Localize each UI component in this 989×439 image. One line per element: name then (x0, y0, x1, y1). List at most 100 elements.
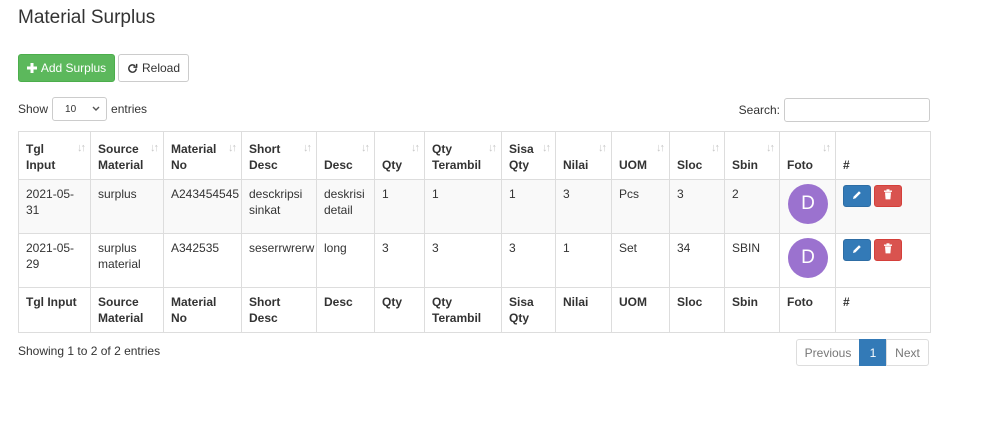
footer-nilai: Nilai (555, 287, 612, 333)
sort-icon: ↓↑ (488, 142, 497, 154)
footer-sisa-qty: Sisa Qty (501, 287, 556, 333)
cell-uom: Pcs (611, 179, 670, 234)
pagination: Previous 1 Next (796, 339, 929, 366)
avatar[interactable]: D (788, 238, 828, 278)
sort-icon: ↓↑ (766, 142, 775, 154)
footer-desc: Desc (316, 287, 375, 333)
cell-sloc: 34 (669, 233, 725, 288)
sort-icon: ↓↑ (303, 142, 312, 154)
footer-actions: # (835, 287, 931, 333)
col-header-material-no[interactable]: Material No ↓↑ (163, 131, 242, 180)
delete-button[interactable] (874, 185, 902, 207)
previous-page-button[interactable]: Previous (796, 339, 860, 366)
cell-qty-terambil: 3 (424, 233, 502, 288)
length-prefix: Show (18, 102, 49, 116)
surplus-table: Tgl Input ↓↑ Source Material ↓↑ Material N… (18, 131, 931, 333)
col-header-nilai[interactable]: Nilai ↓↑ (555, 131, 612, 180)
footer-source-material: Source Material (90, 287, 164, 333)
search-label: Search: (738, 103, 780, 117)
avatar[interactable]: D (788, 184, 828, 224)
edit-button[interactable] (843, 239, 871, 261)
table-row: 2021-05-29 surplus material A342535 sese… (18, 233, 931, 288)
page-1-button[interactable]: 1 (859, 339, 887, 366)
col-header-sloc[interactable]: Sloc ↓↑ (669, 131, 725, 180)
footer-tgl-input: Tgl Input (18, 287, 91, 333)
col-header-tgl-input[interactable]: Tgl Input ↓↑ (18, 131, 91, 180)
table-header: Tgl Input ↓↑ Source Material ↓↑ Material N… (18, 131, 931, 180)
footer-short-desc: Short Desc (241, 287, 317, 333)
cell-foto: D (779, 179, 836, 234)
col-header-desc[interactable]: Desc ↓↑ (316, 131, 375, 180)
footer-foto: Foto (779, 287, 836, 333)
sort-icon: ↓↑ (228, 142, 237, 154)
page-length-value: 10 (65, 103, 77, 115)
refresh-icon (127, 63, 138, 74)
next-page-button[interactable]: Next (886, 339, 929, 366)
cell-material-no: A243454545 (163, 179, 242, 234)
table-info: Showing 1 to 2 of 2 entries (18, 344, 161, 358)
trash-icon (883, 242, 893, 258)
col-header-qty-terambil[interactable]: Qty Terambil ↓↑ (424, 131, 502, 180)
sort-icon: ↓↑ (361, 142, 370, 154)
table-body: 2021-05-31 surplus A243454545 desckripsi… (18, 179, 931, 288)
trash-icon (883, 188, 893, 204)
sort-icon: ↓↑ (150, 142, 159, 154)
search-control: Search: (739, 98, 930, 122)
table-row: 2021-05-31 surplus A243454545 desckripsi… (18, 179, 931, 234)
sort-icon: ↓↑ (711, 142, 720, 154)
footer-sbin: Sbin (724, 287, 780, 333)
plus-icon (26, 63, 37, 73)
cell-short-desc: seserrwrerw (241, 233, 317, 288)
col-header-actions: # (835, 131, 931, 180)
sort-icon: ↓↑ (598, 142, 607, 154)
sort-icon: ↓↑ (411, 142, 420, 154)
footer-uom: UOM (611, 287, 670, 333)
footer-material-no: Material No (163, 287, 242, 333)
col-header-short-desc[interactable]: Short Desc ↓↑ (241, 131, 317, 180)
add-surplus-label: Add Surplus (40, 61, 107, 75)
cell-source-material: surplus (90, 179, 164, 234)
col-header-source-material[interactable]: Source Material ↓↑ (90, 131, 164, 180)
footer-sloc: Sloc (669, 287, 725, 333)
sort-icon: ↓↑ (77, 142, 86, 154)
page-length-control: Show 10 entries (18, 97, 147, 121)
col-header-sbin[interactable]: Sbin ↓↑ (724, 131, 780, 180)
cell-qty: 1 (374, 179, 425, 234)
reload-button[interactable]: Reload (118, 54, 189, 82)
cell-actions (835, 179, 931, 234)
cell-tgl-input: 2021-05-29 (18, 233, 91, 288)
col-header-foto[interactable]: Foto ↓↑ (779, 131, 836, 180)
add-surplus-button[interactable]: Add Surplus (18, 54, 115, 82)
cell-uom: Set (611, 233, 670, 288)
reload-label: Reload (141, 61, 181, 75)
pencil-icon (852, 188, 862, 204)
footer-qty: Qty (374, 287, 425, 333)
edit-button[interactable] (843, 185, 871, 207)
delete-button[interactable] (874, 239, 902, 261)
sort-icon: ↓↑ (822, 142, 831, 154)
col-header-qty[interactable]: Qty ↓↑ (374, 131, 425, 180)
page-length-select[interactable]: 10 (52, 97, 108, 121)
pencil-icon (852, 242, 862, 258)
cell-foto: D (779, 233, 836, 288)
table-footer: Tgl Input Source Material Material No Sh… (18, 287, 931, 333)
col-header-sisa-qty[interactable]: Sisa Qty ↓↑ (501, 131, 556, 180)
cell-sbin: SBIN (724, 233, 780, 288)
search-input[interactable] (784, 98, 930, 122)
footer-qty-terambil: Qty Terambil (424, 287, 502, 333)
col-header-uom[interactable]: UOM ↓↑ (611, 131, 670, 180)
length-suffix: entries (111, 102, 148, 116)
cell-sisa-qty: 1 (501, 179, 556, 234)
cell-desc: long (316, 233, 375, 288)
sort-icon: ↓↑ (656, 142, 665, 154)
cell-tgl-input: 2021-05-31 (18, 179, 91, 234)
cell-material-no: A342535 (163, 233, 242, 288)
sort-icon: ↓↑ (542, 142, 551, 154)
cell-sbin: 2 (724, 179, 780, 234)
cell-actions (835, 233, 931, 288)
cell-source-material: surplus material (90, 233, 164, 288)
cell-short-desc: desckripsi sinkat (241, 179, 317, 234)
cell-qty-terambil: 1 (424, 179, 502, 234)
cell-qty: 3 (374, 233, 425, 288)
cell-sisa-qty: 3 (501, 233, 556, 288)
